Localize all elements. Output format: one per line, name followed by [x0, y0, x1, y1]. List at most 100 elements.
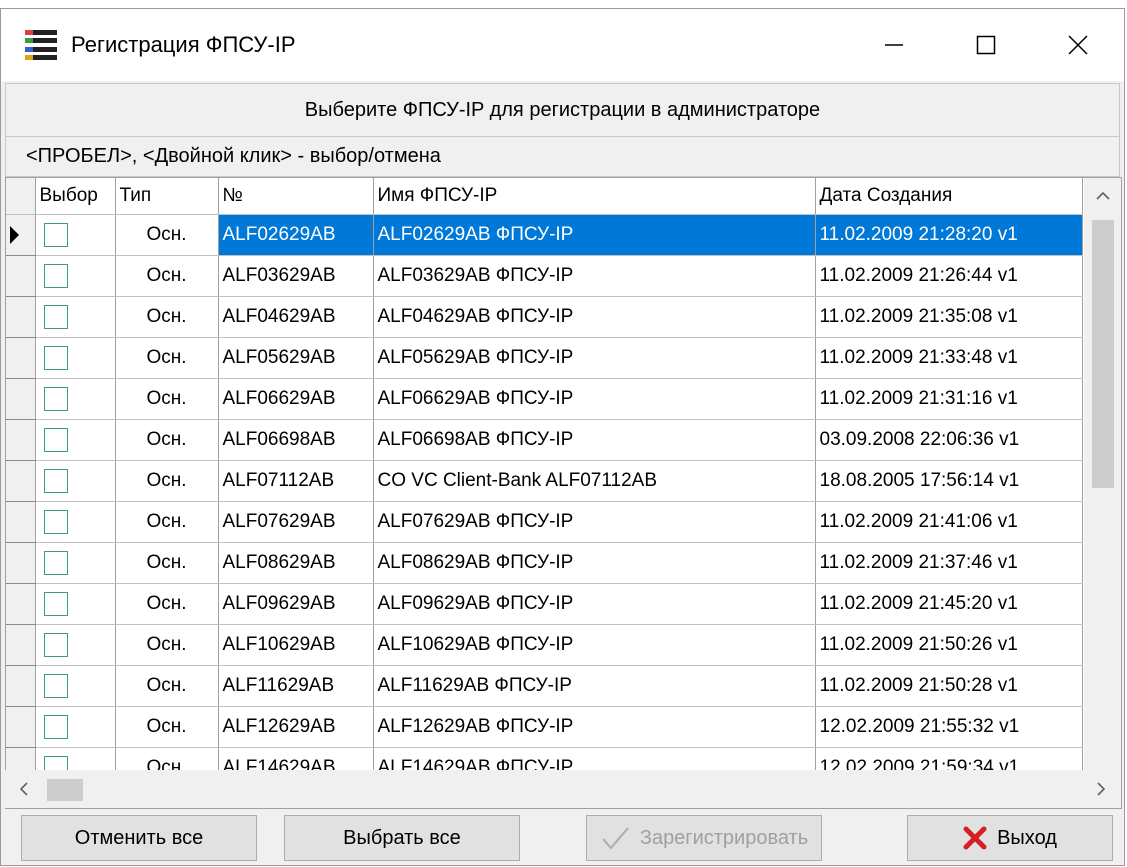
select-checkbox[interactable]: [43, 551, 68, 575]
select-checkbox[interactable]: [43, 674, 68, 698]
name-cell: ALF08629AB ФПСУ-IP: [373, 542, 816, 584]
register-button[interactable]: Зарегистрировать: [586, 815, 822, 861]
select-checkbox[interactable]: [43, 428, 68, 452]
row-indicator[interactable]: [6, 706, 36, 748]
table-row[interactable]: Осн. ALF06629AB ALF06629AB ФПСУ-IP 11.02.20…: [6, 378, 1083, 420]
table-row[interactable]: Осн. ALF07112AB CO VC Client-Bank ALF07112…: [6, 460, 1083, 502]
scroll-up-button[interactable]: [1084, 178, 1121, 214]
table-row[interactable]: Осн. ALF12629AB ALF12629AB ФПСУ-IP 12.02.20…: [6, 706, 1083, 748]
name-cell: ALF10629AB ФПСУ-IP: [373, 624, 816, 666]
table-row[interactable]: Осн. ALF02629AB ALF02629AB ФПСУ-IP 11.02.20…: [6, 214, 1083, 256]
column-header-type[interactable]: Тип: [115, 178, 219, 215]
select-checkbox[interactable]: [43, 633, 68, 657]
select-all-button[interactable]: Выбрать все: [284, 815, 520, 861]
name-cell: ALF09629AB ФПСУ-IP: [373, 583, 816, 625]
row-indicator[interactable]: [6, 255, 36, 297]
name-cell: ALF11629AB ФПСУ-IP: [373, 665, 816, 707]
type-cell: Осн.: [115, 255, 219, 297]
device-grid: Выбор Тип № Имя ФПСУ-IP Дата Создания Ос…: [5, 177, 1122, 809]
type-cell: Осн.: [115, 665, 219, 707]
select-cell: [35, 296, 116, 338]
instruction-banner: Выберите ФПСУ-IP для регистрации в админ…: [5, 83, 1120, 137]
row-indicator[interactable]: [6, 214, 36, 256]
vertical-scrollbar[interactable]: [1084, 178, 1121, 808]
name-cell: ALF03629AB ФПСУ-IP: [373, 255, 816, 297]
scroll-right-button[interactable]: [1082, 770, 1120, 808]
table-row[interactable]: Осн. ALF06698AB ALF06698AB ФПСУ-IP 03.09.20…: [6, 419, 1083, 461]
number-cell: ALF03629AB: [218, 255, 374, 297]
select-cell: [35, 255, 116, 297]
row-indicator[interactable]: [6, 419, 36, 461]
type-cell: Осн.: [115, 542, 219, 584]
select-cell: [35, 378, 116, 420]
table-row[interactable]: Осн. ALF05629AB ALF05629AB ФПСУ-IP 11.02.20…: [6, 337, 1083, 379]
header-row: Выбор Тип № Имя ФПСУ-IP Дата Создания: [6, 178, 1083, 215]
minimize-button[interactable]: [848, 9, 940, 81]
column-header-number[interactable]: №: [218, 178, 374, 215]
scroll-left-button[interactable]: [5, 770, 43, 808]
row-indicator[interactable]: [6, 542, 36, 584]
select-cell: [35, 419, 116, 461]
select-checkbox[interactable]: [43, 387, 68, 411]
exit-x-icon: [963, 826, 987, 850]
horizontal-scroll-thumb[interactable]: [47, 779, 83, 801]
exit-button[interactable]: Выход: [907, 815, 1113, 861]
select-checkbox[interactable]: [43, 469, 68, 493]
table-row[interactable]: Осн. ALF08629AB ALF08629AB ФПСУ-IP 11.02.20…: [6, 542, 1083, 584]
select-all-label: Выбрать все: [343, 826, 461, 849]
horizontal-scrollbar[interactable]: [5, 770, 1120, 808]
date-cell: 11.02.2009 21:33:48 v1: [815, 337, 1083, 379]
table-row[interactable]: Осн. ALF03629AB ALF03629AB ФПСУ-IP 11.02.20…: [6, 255, 1083, 297]
number-cell: ALF11629AB: [218, 665, 374, 707]
column-header-name[interactable]: Имя ФПСУ-IP: [373, 178, 816, 215]
maximize-button[interactable]: [940, 9, 1032, 81]
table-row[interactable]: Осн. ALF09629AB ALF09629AB ФПСУ-IP 11.02.20…: [6, 583, 1083, 625]
title-bar[interactable]: Регистрация ФПСУ-IP: [1, 9, 1124, 81]
date-cell: 11.02.2009 21:50:26 v1: [815, 624, 1083, 666]
select-cell: [35, 583, 116, 625]
name-cell: CO VC Client-Bank ALF07112AB: [373, 460, 816, 502]
select-checkbox[interactable]: [43, 223, 68, 247]
select-checkbox[interactable]: [43, 510, 68, 534]
select-checkbox[interactable]: [43, 592, 68, 616]
scroll-up-icon: [1095, 191, 1110, 200]
row-indicator[interactable]: [6, 337, 36, 379]
date-cell: 11.02.2009 21:28:20 v1: [815, 214, 1083, 256]
date-cell: 18.08.2005 17:56:14 v1: [815, 460, 1083, 502]
table-row[interactable]: Осн. ALF07629AB ALF07629AB ФПСУ-IP 11.02.20…: [6, 501, 1083, 543]
row-indicator[interactable]: [6, 583, 36, 625]
column-header-select[interactable]: Выбор: [35, 178, 116, 215]
window-controls: [848, 9, 1124, 81]
cancel-all-button[interactable]: Отменить все: [21, 815, 257, 861]
table-row[interactable]: Осн. ALF10629AB ALF10629AB ФПСУ-IP 11.02.20…: [6, 624, 1083, 666]
scroll-left-icon: [19, 782, 28, 796]
number-cell: ALF09629AB: [218, 583, 374, 625]
select-checkbox[interactable]: [43, 715, 68, 739]
row-indicator[interactable]: [6, 296, 36, 338]
number-cell: ALF02629AB: [218, 214, 374, 256]
number-cell: ALF08629AB: [218, 542, 374, 584]
vertical-scroll-thumb[interactable]: [1092, 220, 1114, 488]
name-cell: ALF06698AB ФПСУ-IP: [373, 419, 816, 461]
column-header-date[interactable]: Дата Создания: [815, 178, 1083, 215]
row-indicator[interactable]: [6, 460, 36, 502]
table-row[interactable]: Осн. ALF04629AB ALF04629AB ФПСУ-IP 11.02.20…: [6, 296, 1083, 338]
number-cell: ALF12629AB: [218, 706, 374, 748]
row-indicator[interactable]: [6, 378, 36, 420]
row-indicator[interactable]: [6, 501, 36, 543]
device-table: Выбор Тип № Имя ФПСУ-IP Дата Создания Ос…: [6, 178, 1083, 808]
select-checkbox[interactable]: [43, 346, 68, 370]
select-checkbox[interactable]: [43, 264, 68, 288]
close-button[interactable]: [1032, 9, 1124, 81]
table-row[interactable]: Осн. ALF11629AB ALF11629AB ФПСУ-IP 11.02.20…: [6, 665, 1083, 707]
name-cell: ALF05629AB ФПСУ-IP: [373, 337, 816, 379]
row-indicator[interactable]: [6, 665, 36, 707]
date-cell: 12.02.2009 21:55:32 v1: [815, 706, 1083, 748]
select-checkbox[interactable]: [43, 305, 68, 329]
row-indicator[interactable]: [6, 624, 36, 666]
select-cell: [35, 706, 116, 748]
select-cell: [35, 624, 116, 666]
date-cell: 11.02.2009 21:26:44 v1: [815, 255, 1083, 297]
type-cell: Осн.: [115, 706, 219, 748]
type-cell: Осн.: [115, 583, 219, 625]
